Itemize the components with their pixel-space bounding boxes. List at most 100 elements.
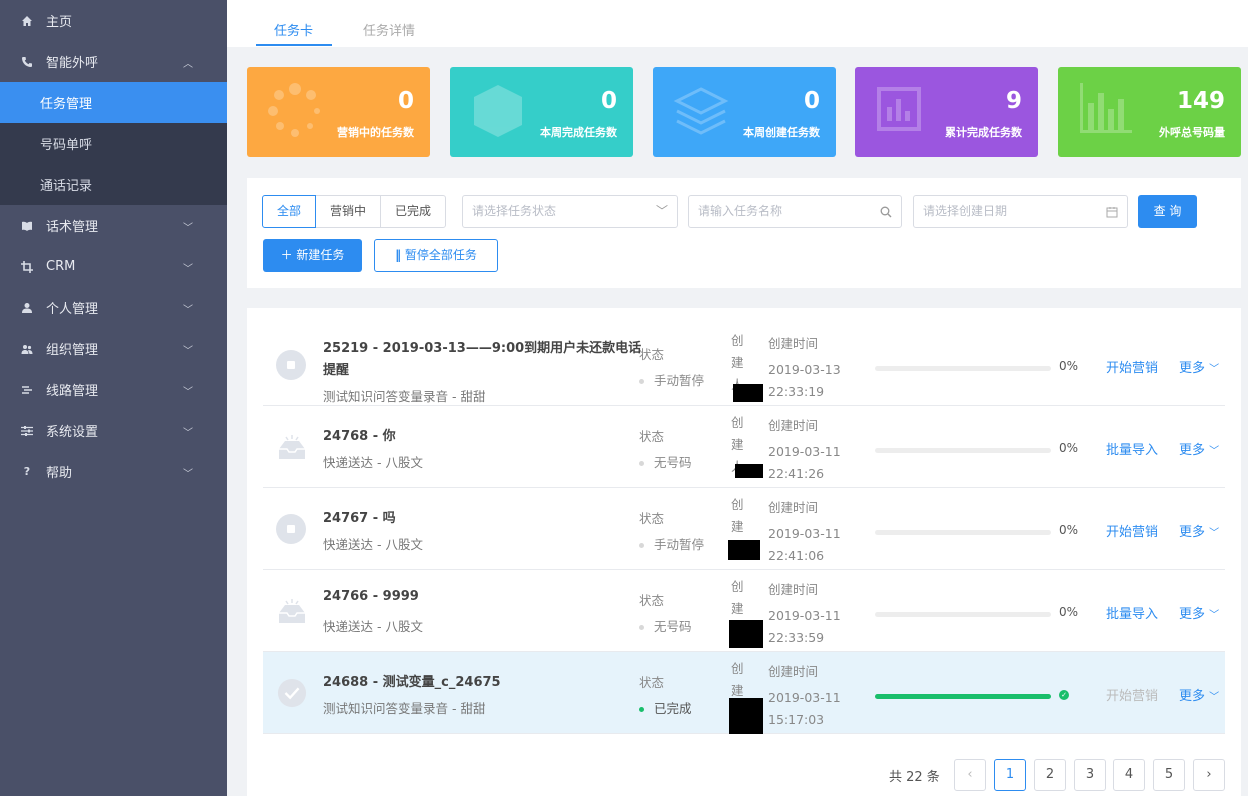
created-time-value: 2019-03-11 22:41:26 [768, 444, 841, 481]
nav-script-management[interactable]: 话术管理 ﹀ [0, 205, 227, 246]
task-row[interactable]: 24768 - 你 快递送达 - 八股文 状态 无号码 创建人 创建时间 201… [263, 406, 1225, 488]
redacted-creator [729, 698, 763, 734]
pause-icon: ‖ [395, 248, 402, 262]
task-row[interactable]: 24767 - 吗 快递送达 - 八股文 状态 手动暂停 创建人 创建时间 20… [263, 488, 1225, 570]
nav-crm[interactable]: CRM ﹀ [0, 246, 227, 287]
nav-home[interactable]: 主页 [0, 0, 227, 41]
plus-icon: ＋ [280, 248, 293, 262]
nav-task-management[interactable]: 任务管理 [0, 82, 227, 123]
page-2[interactable]: 2 [1034, 759, 1066, 791]
more-dropdown[interactable]: 更多 ﹀ [1179, 439, 1219, 458]
more-dropdown[interactable]: 更多 ﹀ [1179, 357, 1219, 376]
segment-all[interactable]: 全部 [262, 195, 317, 228]
nav-routes[interactable]: 线路管理 ﹀ [0, 369, 227, 410]
tab-task-cards[interactable]: 任务卡 [274, 20, 313, 39]
stat-card-marketing: 0 营销中的任务数 [247, 67, 430, 157]
task-subtitle: 测试知识问答变量录音 - 甜甜 [323, 389, 486, 404]
more-dropdown[interactable]: 更多 ﹀ [1179, 685, 1219, 704]
nav-label: CRM [46, 259, 76, 274]
user-icon [20, 301, 34, 315]
progress-bar [875, 694, 1051, 699]
start-marketing-button[interactable]: 开始营销 [1106, 685, 1158, 704]
progress-text: 0% [1059, 359, 1079, 373]
date-placeholder: 请选择创建日期 [923, 204, 1008, 218]
query-button[interactable]: 查 询 [1138, 195, 1197, 228]
nav-help[interactable]: ? 帮助 ﹀ [0, 451, 227, 492]
create-date-picker[interactable]: 请选择创建日期 [913, 195, 1128, 228]
page-1[interactable]: 1 [994, 759, 1026, 791]
cube-icon [474, 85, 522, 137]
sliders-icon [20, 424, 34, 438]
task-title: 24768 - 你 [323, 429, 396, 444]
more-dropdown[interactable]: 更多 ﹀ [1179, 521, 1219, 540]
segment-marketing[interactable]: 营销中 [315, 195, 382, 228]
task-subtitle: 快递送达 - 八股文 [323, 455, 423, 470]
task-row[interactable]: 24688 - 测试变量_c_24675 测试知识问答变量录音 - 甜甜 状态 … [263, 652, 1225, 734]
chevron-down-icon: ﹀ [183, 346, 193, 357]
nav-label: 智能外呼 [46, 56, 99, 71]
batch-import-button[interactable]: 批量导入 [1106, 603, 1158, 622]
search-icon [880, 196, 892, 227]
tab-task-details[interactable]: 任务详情 [363, 20, 415, 39]
stat-card-total-done: 9 累计完成任务数 [855, 67, 1038, 157]
stop-icon [276, 514, 306, 544]
stat-value: 9 [1005, 88, 1022, 114]
status-label: 状态 [639, 347, 665, 362]
segment-completed[interactable]: 已完成 [380, 195, 447, 228]
page-4[interactable]: 4 [1113, 759, 1145, 791]
redacted-creator [735, 464, 763, 478]
nav-single-call[interactable]: 号码单呼 [0, 123, 227, 164]
tab-bar: 任务卡 任务详情 [227, 0, 1248, 47]
chevron-down-icon: ﹀ [183, 387, 193, 398]
start-marketing-button[interactable]: 开始营销 [1106, 521, 1158, 540]
pagination-total: 共 22 条 [889, 770, 940, 785]
nav-call-records[interactable]: 通话记录 [0, 164, 227, 205]
chevron-down-icon: ﹀ [183, 264, 193, 275]
new-task-button[interactable]: ＋ 新建任务 [263, 239, 362, 272]
chevron-down-icon: ﹀ [183, 428, 193, 439]
next-page-button[interactable]: › [1193, 759, 1225, 791]
prev-page-button[interactable]: ‹ [954, 759, 986, 791]
status-value: 已完成 [639, 698, 692, 717]
nav-personal[interactable]: 个人管理 ﹀ [0, 287, 227, 328]
team-icon [20, 342, 34, 356]
stat-value: 149 [1176, 88, 1225, 114]
stop-icon [276, 350, 306, 380]
inbox-icon [279, 435, 305, 459]
help-icon: ? [23, 465, 31, 478]
nav-smart-call[interactable]: 智能外呼 ︿ [0, 41, 227, 82]
home-icon [20, 14, 34, 28]
status-label: 状态 [639, 511, 665, 526]
page-5[interactable]: 5 [1153, 759, 1185, 791]
book-icon [20, 219, 34, 233]
task-name-input[interactable]: 请输入任务名称 [688, 195, 902, 228]
nav-organization[interactable]: 组织管理 ﹀ [0, 328, 227, 369]
chevron-up-icon: ︿ [183, 59, 193, 70]
more-dropdown[interactable]: 更多 ﹀ [1179, 603, 1219, 622]
calendar-icon [1106, 196, 1118, 227]
task-list: 25219 - 2019-03-13——9:00到期用户未还款电话提醒 测试知识… [247, 308, 1241, 796]
chevron-down-icon: ﹀ [183, 305, 193, 316]
column-chart-icon [1080, 83, 1132, 133]
tab-active-indicator [256, 44, 332, 46]
created-time-value: 2019-03-11 22:41:06 [768, 526, 841, 563]
created-time-value: 2019-03-11 15:17:03 [768, 690, 841, 727]
task-row[interactable]: 25219 - 2019-03-13——9:00到期用户未还款电话提醒 测试知识… [263, 324, 1225, 406]
chevron-down-icon: ﹀ [183, 223, 193, 234]
task-row[interactable]: 24766 - 9999 快递送达 - 八股文 状态 无号码 创建人 创建时间 … [263, 570, 1225, 652]
batch-import-button[interactable]: 批量导入 [1106, 439, 1158, 458]
status-value: 手动暂停 [639, 370, 704, 389]
redacted-creator [729, 620, 763, 648]
task-status-select[interactable]: 请选择任务状态 ﹀ [462, 195, 678, 228]
page-3[interactable]: 3 [1074, 759, 1106, 791]
chevron-down-icon: ﹀ [1209, 364, 1220, 375]
nav-system-settings[interactable]: 系统设置 ﹀ [0, 410, 227, 451]
stat-label: 营销中的任务数 [337, 126, 414, 139]
nav-label: 话术管理 [46, 220, 99, 235]
start-marketing-button[interactable]: 开始营销 [1106, 357, 1158, 376]
created-time-label: 创建时间 [768, 418, 819, 433]
pause-all-button[interactable]: ‖ 暂停全部任务 [374, 239, 498, 272]
status-label: 状态 [639, 593, 665, 608]
progress-bar [875, 612, 1051, 617]
created-time-label: 创建时间 [768, 500, 819, 515]
